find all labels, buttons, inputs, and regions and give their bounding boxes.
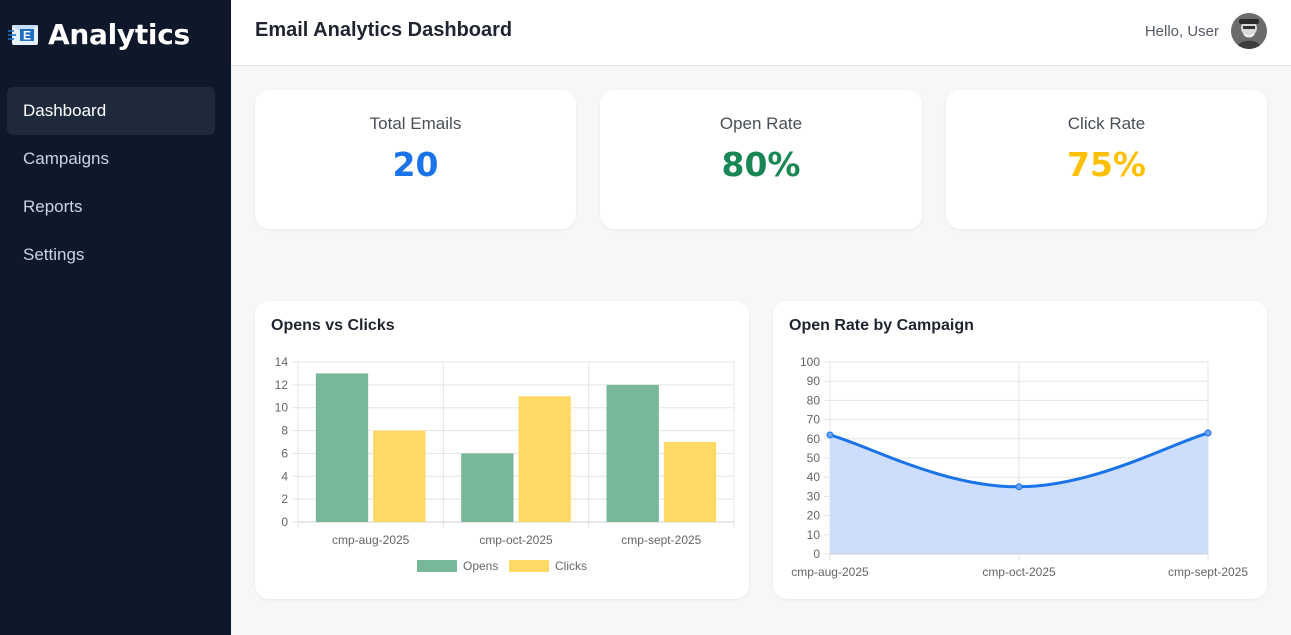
opens-vs-clicks-chart: 0 2 4 6 8 10 12 14 cmp-aug-2025 cmp-oct-2025 cmp-s… xyxy=(275,355,735,573)
y-tick-label: 70 xyxy=(807,413,821,427)
sidebar-item-campaigns[interactable]: Campaigns xyxy=(7,135,215,183)
y-tick-label: 6 xyxy=(281,446,288,460)
legend-label: Opens xyxy=(463,559,498,573)
y-tick-label: 40 xyxy=(807,470,821,484)
y-tick-label: 12 xyxy=(275,378,289,392)
legend-swatch-opens xyxy=(417,560,457,572)
sidebar-item-reports[interactable]: Reports xyxy=(7,183,215,231)
y-tick-label: 4 xyxy=(281,469,288,483)
bar-opens-cmp-aug-2025 xyxy=(315,373,369,522)
data-point-cmp-sept-2025 xyxy=(1204,429,1212,437)
y-tick-label: 90 xyxy=(807,374,821,388)
user-greeting: Hello, User xyxy=(1144,23,1219,40)
x-tick-label: cmp-sept-2025 xyxy=(1168,565,1248,579)
sidebar-nav: Dashboard Campaigns Reports Settings xyxy=(7,87,215,279)
sidebar-item-dashboard[interactable]: Dashboard xyxy=(7,87,215,135)
stat-card-total-emails: Total Emails 20 xyxy=(255,90,576,229)
open-rate-chart: 0 10 20 30 40 50 60 70 80 90 100 cmp-aug-2025 cmp-oc… xyxy=(791,355,1248,579)
stat-value: 20 xyxy=(392,145,439,184)
opens-vs-clicks-card: 0 2 4 6 8 10 12 14 cmp-aug-2025 cmp-oct-2025 cmp-s… xyxy=(255,301,749,599)
y-tick-label: 30 xyxy=(807,489,821,503)
bar-opens-cmp-sept-2025 xyxy=(606,384,659,522)
y-tick-label: 100 xyxy=(800,355,820,369)
brand[interactable]: E Analytics xyxy=(8,18,190,51)
legend-swatch-clicks xyxy=(509,560,549,572)
y-tick-label: 60 xyxy=(807,432,821,446)
stat-label: Click Rate xyxy=(1067,114,1146,133)
data-point-cmp-oct-2025 xyxy=(1015,483,1023,491)
chart-title: Opens vs Clicks xyxy=(271,317,395,334)
stat-label: Total Emails xyxy=(369,114,462,133)
y-tick-label: 0 xyxy=(813,547,820,561)
user-avatar[interactable] xyxy=(1231,13,1267,49)
y-tick-label: 50 xyxy=(807,451,821,465)
x-tick-label: cmp-oct-2025 xyxy=(982,565,1056,579)
open-rate-card: 0 10 20 30 40 50 60 70 80 90 100 cmp-aug-2025 cmp-oc… xyxy=(773,301,1267,599)
page-title: Email Analytics Dashboard xyxy=(255,19,513,41)
bar-clicks-cmp-aug-2025 xyxy=(373,430,426,522)
stat-card-click-rate: Click Rate 75% xyxy=(946,90,1267,229)
avatar-icon xyxy=(1231,13,1267,49)
x-tick-label: cmp-sept-2025 xyxy=(621,533,701,547)
svg-text:E: E xyxy=(23,28,31,42)
bar-clicks-cmp-sept-2025 xyxy=(663,442,717,522)
y-tick-label: 0 xyxy=(281,515,288,529)
y-tick-label: 80 xyxy=(807,393,821,407)
stat-value: 80% xyxy=(721,145,801,184)
stat-value: 75% xyxy=(1067,145,1146,184)
y-tick-label: 10 xyxy=(807,528,821,542)
top-bar: Email Analytics Dashboard Hello, User xyxy=(231,0,1291,66)
bar-opens-cmp-oct-2025 xyxy=(461,453,514,522)
brand-title: Analytics xyxy=(48,18,190,51)
sidebar-item-settings[interactable]: Settings xyxy=(7,231,215,279)
email-icon: E xyxy=(8,24,38,45)
chart-title: Open Rate by Campaign xyxy=(789,317,974,334)
x-tick-label: cmp-aug-2025 xyxy=(791,565,869,579)
y-tick-label: 2 xyxy=(281,492,288,506)
stat-label: Open Rate xyxy=(719,114,803,133)
bar-clicks-cmp-oct-2025 xyxy=(518,396,571,522)
data-point-cmp-aug-2025 xyxy=(826,431,834,439)
y-tick-label: 14 xyxy=(275,355,289,369)
sidebar: E Analytics Dashboard Campaigns Reports … xyxy=(0,0,231,635)
x-tick-label: cmp-aug-2025 xyxy=(332,533,410,547)
legend-label: Clicks xyxy=(555,559,587,573)
y-tick-label: 10 xyxy=(275,401,289,415)
y-tick-label: 20 xyxy=(807,509,821,523)
y-tick-label: 8 xyxy=(281,424,288,438)
stat-card-open-rate: Open Rate 80% xyxy=(600,90,922,229)
x-tick-label: cmp-oct-2025 xyxy=(479,533,553,547)
